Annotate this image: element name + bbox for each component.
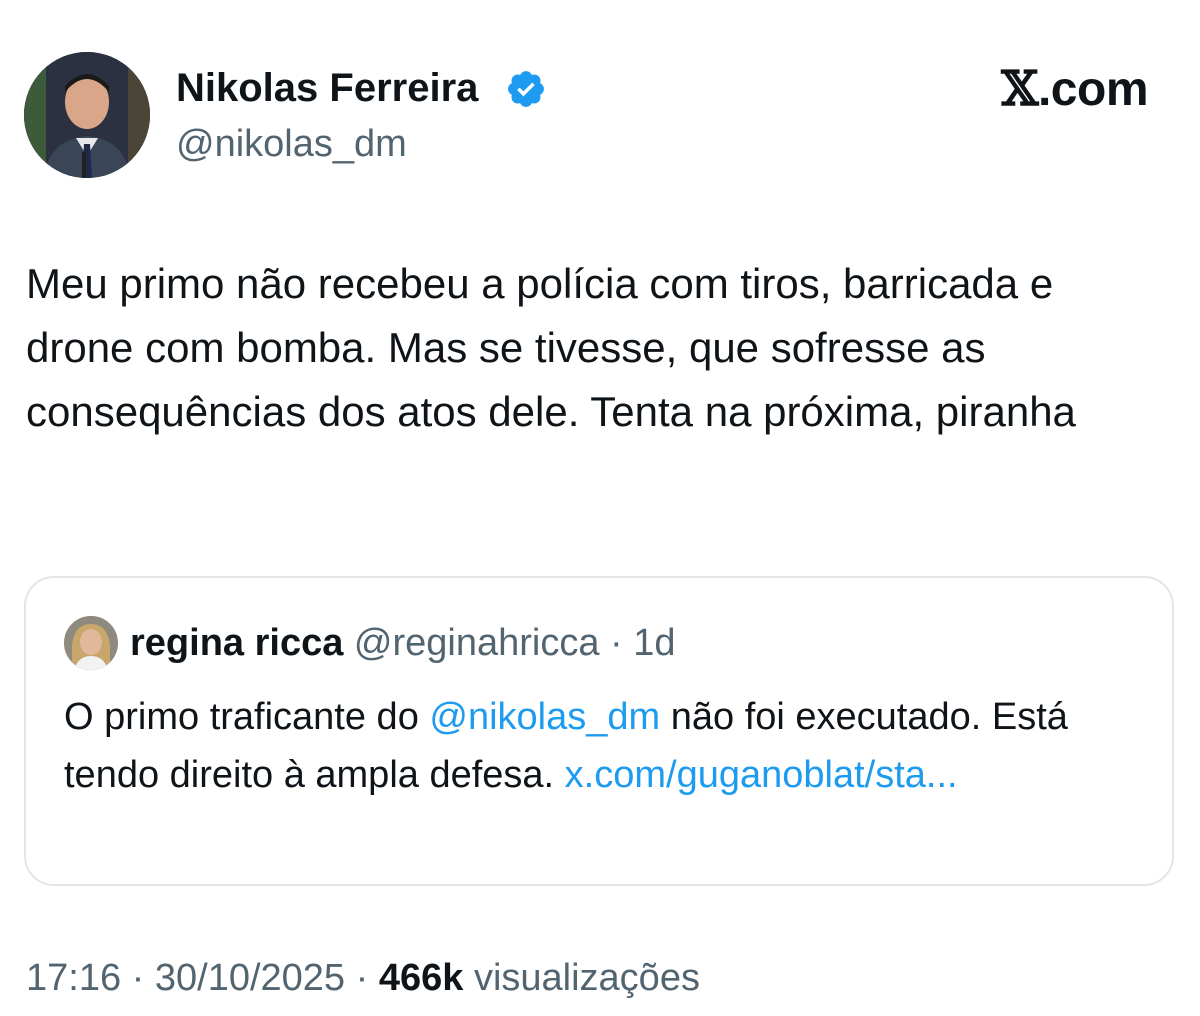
quoted-text-before: O primo traficante do xyxy=(64,696,430,738)
quoted-separator: · xyxy=(610,622,623,664)
views-count[interactable]: 466k xyxy=(379,957,464,999)
verified-badge-icon xyxy=(508,71,544,107)
author-display-name[interactable]: Nikolas Ferreira xyxy=(176,62,478,114)
tweet-card: Nikolas Ferreira @nikolas_dm 𝕏.com Meu p… xyxy=(0,0,1200,1016)
author-avatar-image xyxy=(24,52,150,178)
quoted-author-avatar[interactable] xyxy=(64,616,118,670)
views-label: visualizações xyxy=(473,957,700,999)
brand-logo: 𝕏.com xyxy=(1001,58,1148,121)
quoted-timestamp[interactable]: 1d xyxy=(633,622,675,664)
author-handle[interactable]: @nikolas_dm xyxy=(176,120,407,168)
quoted-text: O primo traficante do @nikolas_dm não fo… xyxy=(64,688,1144,804)
tweet-date[interactable]: 30/10/2025 xyxy=(155,957,345,999)
footer-separator: · xyxy=(131,957,145,999)
quoted-display-name[interactable]: regina ricca xyxy=(130,622,343,664)
author-avatar[interactable] xyxy=(24,52,150,178)
quoted-mention-link[interactable]: @nikolas_dm xyxy=(429,696,660,738)
brand-label: .com xyxy=(1037,63,1149,116)
footer-separator-2: · xyxy=(355,957,369,999)
quoted-tweet[interactable]: regina ricca @reginahricca · 1d O primo … xyxy=(24,576,1174,886)
tweet-text: Meu primo não recebeu a polícia com tiro… xyxy=(26,260,1076,435)
quoted-header: regina ricca @reginahricca · 1d xyxy=(130,616,676,670)
x-logo-icon: 𝕏 xyxy=(1001,61,1038,117)
quoted-handle[interactable]: @reginahricca xyxy=(354,622,600,664)
quoted-url-link[interactable]: x.com/guganoblat/sta... xyxy=(565,754,958,796)
tweet-time[interactable]: 17:16 xyxy=(26,957,121,999)
quoted-avatar-image xyxy=(64,616,118,670)
tweet-footer: 17:16 · 30/10/2025 · 466k visualizações xyxy=(26,952,700,1004)
